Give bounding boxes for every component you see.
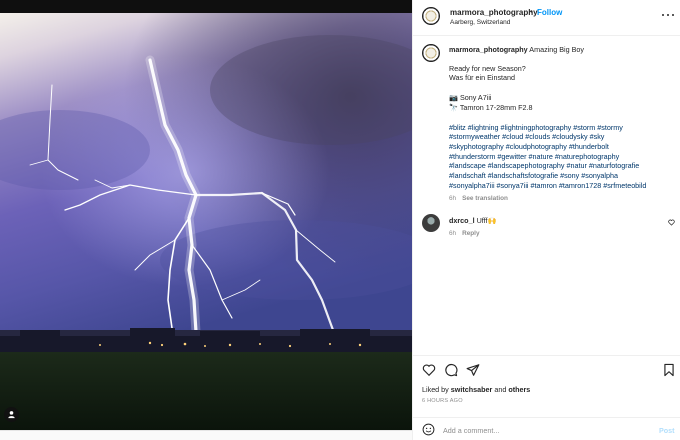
emoji-icon[interactable]	[422, 423, 435, 436]
hashtag-line[interactable]: #landschaft #landschaftsfotografie #sony…	[449, 171, 675, 181]
profile-avatar[interactable]	[422, 7, 440, 25]
caption-lens: 🔭 Tamron 17-28mm F2.8	[449, 102, 533, 112]
post-photo[interactable]	[0, 0, 412, 430]
hashtag-line[interactable]: #blitz #lightning #lightningphotography …	[449, 123, 675, 133]
bookmark-icon[interactable]	[662, 363, 676, 377]
caption-title: Amazing Big Boy	[529, 45, 585, 54]
share-icon[interactable]	[466, 363, 480, 377]
see-translation-button[interactable]: See translation	[462, 195, 508, 202]
caption-username[interactable]: marmora_photography	[449, 45, 528, 54]
comment-avatar[interactable]	[422, 214, 440, 232]
caption-avatar[interactable]	[422, 44, 440, 62]
post-timestamp[interactable]: 6 HOURS AGO	[422, 398, 463, 404]
post-caption: marmora_photography Amazing Big Boy Read…	[449, 45, 675, 190]
post-header: marmora_photography • Follow Aarberg, Sw…	[413, 0, 680, 36]
lightning-photo	[0, 0, 412, 430]
hashtag-line[interactable]: #stormyweather #cloud #clouds #cloudysky…	[449, 132, 675, 142]
hashtag-line[interactable]: #thunderstorm #gewitter #nature #naturep…	[449, 152, 675, 162]
hashtag-line[interactable]: #landscape #landscapephotography #natur …	[449, 161, 675, 171]
post-comment-button[interactable]: Post	[659, 426, 675, 435]
comment-age: 6h	[449, 230, 457, 237]
caption-age: 6h	[449, 195, 457, 202]
liked-by-user[interactable]: switchsaber	[451, 385, 493, 394]
post-username[interactable]: marmora_photography	[450, 8, 538, 17]
comment-text: Ufff🙌	[476, 216, 497, 225]
comment-icon[interactable]	[444, 363, 458, 377]
caption-line: Was für ein Einstand	[449, 73, 516, 83]
caption-line: Ready for new Season?	[449, 63, 526, 73]
tagged-users-button[interactable]	[4, 407, 19, 422]
likes-others[interactable]: others	[508, 385, 530, 394]
user-icon	[8, 411, 15, 419]
more-horizontal-icon[interactable]	[662, 12, 674, 18]
likes-summary: Liked by switchsaber and others	[422, 385, 530, 394]
hashtag-line[interactable]: #sonyalpha7iii #sonya7iii #tamron #tamro…	[449, 181, 675, 191]
add-comment-bar: Post	[413, 417, 680, 440]
separator-dot: •	[530, 7, 533, 16]
hashtag-line[interactable]: #skyphotography #cloudphotography #thund…	[449, 142, 675, 152]
add-comment-input[interactable]	[443, 424, 643, 436]
heart-icon[interactable]	[422, 363, 436, 377]
post-side-panel: marmora_photography • Follow Aarberg, Sw…	[412, 0, 680, 440]
caption-meta: 6h See translation	[449, 195, 508, 202]
comment-meta: 6h Reply	[449, 230, 480, 237]
comment-username[interactable]: dxrco_l	[449, 216, 475, 225]
likes-prefix: Liked by	[422, 385, 449, 394]
post-location[interactable]: Aarberg, Switzerland	[450, 19, 510, 26]
post-modal: marmora_photography • Follow Aarberg, Sw…	[0, 0, 680, 440]
caption-camera: 📷 Sony A7iii	[449, 93, 492, 103]
comment: dxrco_l Ufff🙌	[449, 216, 496, 225]
like-comment-heart-icon[interactable]	[668, 219, 675, 226]
reply-button[interactable]: Reply	[462, 230, 479, 237]
likes-and: and	[494, 385, 507, 394]
caption-hashtags[interactable]: #blitz #lightning #lightningphotography …	[449, 123, 675, 191]
action-bar	[413, 355, 680, 381]
follow-button[interactable]: Follow	[537, 8, 562, 17]
